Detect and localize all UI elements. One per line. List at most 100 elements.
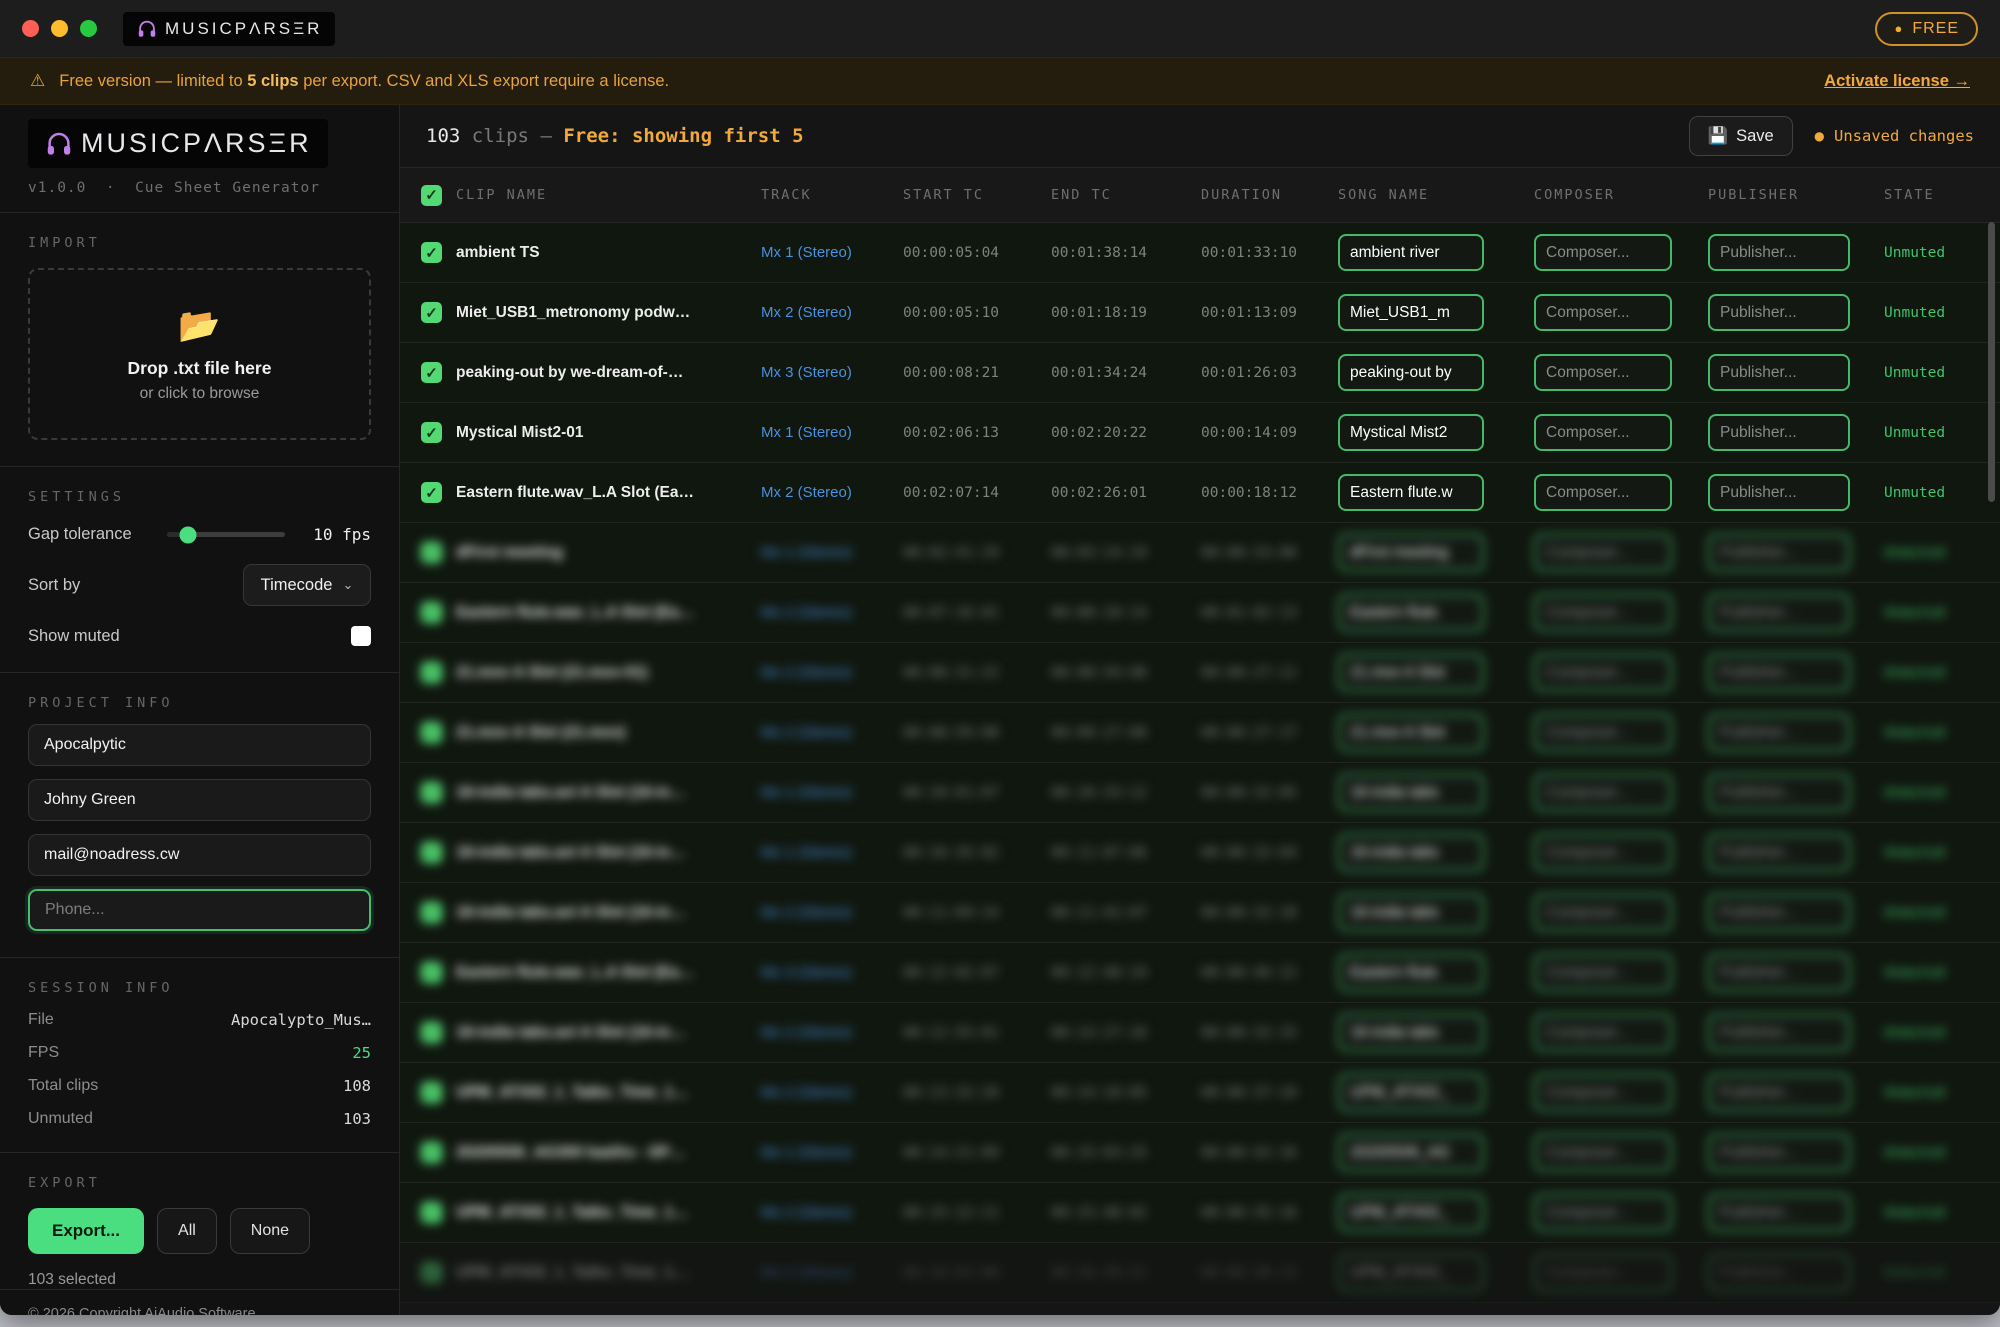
zoom-window-button[interactable] bbox=[80, 20, 97, 37]
song-name-input[interactable] bbox=[1338, 1254, 1484, 1291]
row-checkbox[interactable]: ✓ bbox=[421, 962, 442, 983]
composer-input[interactable] bbox=[1534, 714, 1672, 751]
file-dropzone[interactable]: 📂 Drop .txt file here or click to browse bbox=[28, 268, 371, 440]
vertical-scrollbar[interactable] bbox=[1988, 222, 1995, 502]
row-checkbox[interactable]: ✓ bbox=[421, 1142, 442, 1163]
gap-tolerance-slider[interactable] bbox=[167, 532, 285, 537]
row-checkbox[interactable]: ✓ bbox=[421, 902, 442, 923]
publisher-input[interactable] bbox=[1708, 354, 1850, 391]
publisher-input[interactable] bbox=[1708, 714, 1850, 751]
publisher-input[interactable] bbox=[1708, 894, 1850, 931]
song-name-input[interactable] bbox=[1338, 234, 1484, 271]
composer-input[interactable] bbox=[1534, 1194, 1672, 1231]
song-name-input[interactable] bbox=[1338, 474, 1484, 511]
publisher-input[interactable] bbox=[1708, 294, 1850, 331]
sort-by-select[interactable]: Timecode ⌄ bbox=[243, 564, 371, 606]
composer-input[interactable] bbox=[1534, 1254, 1672, 1291]
publisher-input[interactable] bbox=[1708, 534, 1850, 571]
track-link[interactable]: Mx 1 (Stereo) bbox=[761, 784, 903, 801]
composer-input[interactable] bbox=[1534, 1074, 1672, 1111]
composer-input[interactable] bbox=[1534, 1014, 1672, 1051]
publisher-input[interactable] bbox=[1708, 1074, 1850, 1111]
composer-input[interactable] bbox=[1534, 774, 1672, 811]
song-name-input[interactable] bbox=[1338, 774, 1484, 811]
publisher-input[interactable] bbox=[1708, 414, 1850, 451]
publisher-input[interactable] bbox=[1708, 774, 1850, 811]
song-name-input[interactable] bbox=[1338, 834, 1484, 871]
track-link[interactable]: Mx 1 (Stereo) bbox=[761, 424, 903, 441]
song-name-input[interactable] bbox=[1338, 534, 1484, 571]
row-checkbox[interactable]: ✓ bbox=[421, 1082, 442, 1103]
publisher-input[interactable] bbox=[1708, 1194, 1850, 1231]
track-link[interactable]: Mx 1 (Stereo) bbox=[761, 544, 903, 561]
track-link[interactable]: Mx 2 (Stereo) bbox=[761, 724, 903, 741]
publisher-input[interactable] bbox=[1708, 474, 1850, 511]
composer-input[interactable] bbox=[1534, 654, 1672, 691]
activate-license-link[interactable]: Activate license → bbox=[1824, 72, 1970, 91]
song-name-input[interactable] bbox=[1338, 1134, 1484, 1171]
song-name-input[interactable] bbox=[1338, 594, 1484, 631]
composer-input[interactable] bbox=[1534, 354, 1672, 391]
composer-input[interactable] bbox=[1534, 294, 1672, 331]
save-button[interactable]: 💾 Save bbox=[1689, 116, 1793, 156]
row-checkbox[interactable]: ✓ bbox=[421, 1022, 442, 1043]
project-name-field[interactable] bbox=[28, 724, 371, 766]
song-name-input[interactable] bbox=[1338, 954, 1484, 991]
publisher-input[interactable] bbox=[1708, 954, 1850, 991]
song-name-input[interactable] bbox=[1338, 294, 1484, 331]
song-name-input[interactable] bbox=[1338, 654, 1484, 691]
track-link[interactable]: Mx 2 (Stereo) bbox=[761, 1084, 903, 1101]
show-muted-checkbox[interactable] bbox=[351, 626, 371, 646]
row-checkbox[interactable]: ✓ bbox=[421, 662, 442, 683]
song-name-input[interactable] bbox=[1338, 354, 1484, 391]
email-field[interactable] bbox=[28, 834, 371, 876]
row-checkbox[interactable]: ✓ bbox=[421, 842, 442, 863]
row-checkbox[interactable]: ✓ bbox=[421, 482, 442, 503]
select-all-button[interactable]: All bbox=[157, 1208, 217, 1254]
row-checkbox[interactable]: ✓ bbox=[421, 242, 442, 263]
song-name-input[interactable] bbox=[1338, 1014, 1484, 1051]
track-link[interactable]: Mx 2 (Stereo) bbox=[761, 1204, 903, 1221]
composer-input[interactable] bbox=[1534, 1134, 1672, 1171]
minimize-window-button[interactable] bbox=[51, 20, 68, 37]
song-name-input[interactable] bbox=[1338, 894, 1484, 931]
phone-field[interactable] bbox=[28, 889, 371, 931]
track-link[interactable]: Mx 3 (Stereo) bbox=[761, 364, 903, 381]
publisher-input[interactable] bbox=[1708, 1134, 1850, 1171]
close-window-button[interactable] bbox=[22, 20, 39, 37]
contact-name-field[interactable] bbox=[28, 779, 371, 821]
select-none-button[interactable]: None bbox=[230, 1208, 310, 1254]
song-name-input[interactable] bbox=[1338, 1074, 1484, 1111]
composer-input[interactable] bbox=[1534, 534, 1672, 571]
composer-input[interactable] bbox=[1534, 234, 1672, 271]
composer-input[interactable] bbox=[1534, 594, 1672, 631]
composer-input[interactable] bbox=[1534, 834, 1672, 871]
track-link[interactable]: Mx 1 (Stereo) bbox=[761, 244, 903, 261]
publisher-input[interactable] bbox=[1708, 234, 1850, 271]
composer-input[interactable] bbox=[1534, 414, 1672, 451]
slider-thumb[interactable] bbox=[180, 526, 197, 543]
song-name-input[interactable] bbox=[1338, 414, 1484, 451]
track-link[interactable]: Mx 1 (Stereo) bbox=[761, 844, 903, 861]
track-link[interactable]: Mx 3 (Stereo) bbox=[761, 964, 903, 981]
row-checkbox[interactable]: ✓ bbox=[421, 422, 442, 443]
row-checkbox[interactable]: ✓ bbox=[421, 602, 442, 623]
row-checkbox[interactable]: ✓ bbox=[421, 542, 442, 563]
track-link[interactable]: Mx 1 (Stereo) bbox=[761, 1144, 903, 1161]
publisher-input[interactable] bbox=[1708, 834, 1850, 871]
publisher-input[interactable] bbox=[1708, 1254, 1850, 1291]
publisher-input[interactable] bbox=[1708, 594, 1850, 631]
row-checkbox[interactable]: ✓ bbox=[421, 1202, 442, 1223]
track-link[interactable]: Mx 2 (Stereo) bbox=[761, 304, 903, 321]
song-name-input[interactable] bbox=[1338, 714, 1484, 751]
composer-input[interactable] bbox=[1534, 474, 1672, 511]
track-link[interactable]: Mx 2 (Stereo) bbox=[761, 604, 903, 621]
track-link[interactable]: Mx 2 (Stereo) bbox=[761, 484, 903, 501]
composer-input[interactable] bbox=[1534, 954, 1672, 991]
row-checkbox[interactable]: ✓ bbox=[421, 782, 442, 803]
free-plan-badge[interactable]: ● FREE bbox=[1875, 12, 1978, 46]
track-link[interactable]: Mx 2 (Stereo) bbox=[761, 904, 903, 921]
track-link[interactable]: Mx 2 (Stereo) bbox=[761, 1024, 903, 1041]
select-all-checkbox[interactable]: ✓ bbox=[421, 185, 442, 206]
row-checkbox[interactable]: ✓ bbox=[421, 722, 442, 743]
